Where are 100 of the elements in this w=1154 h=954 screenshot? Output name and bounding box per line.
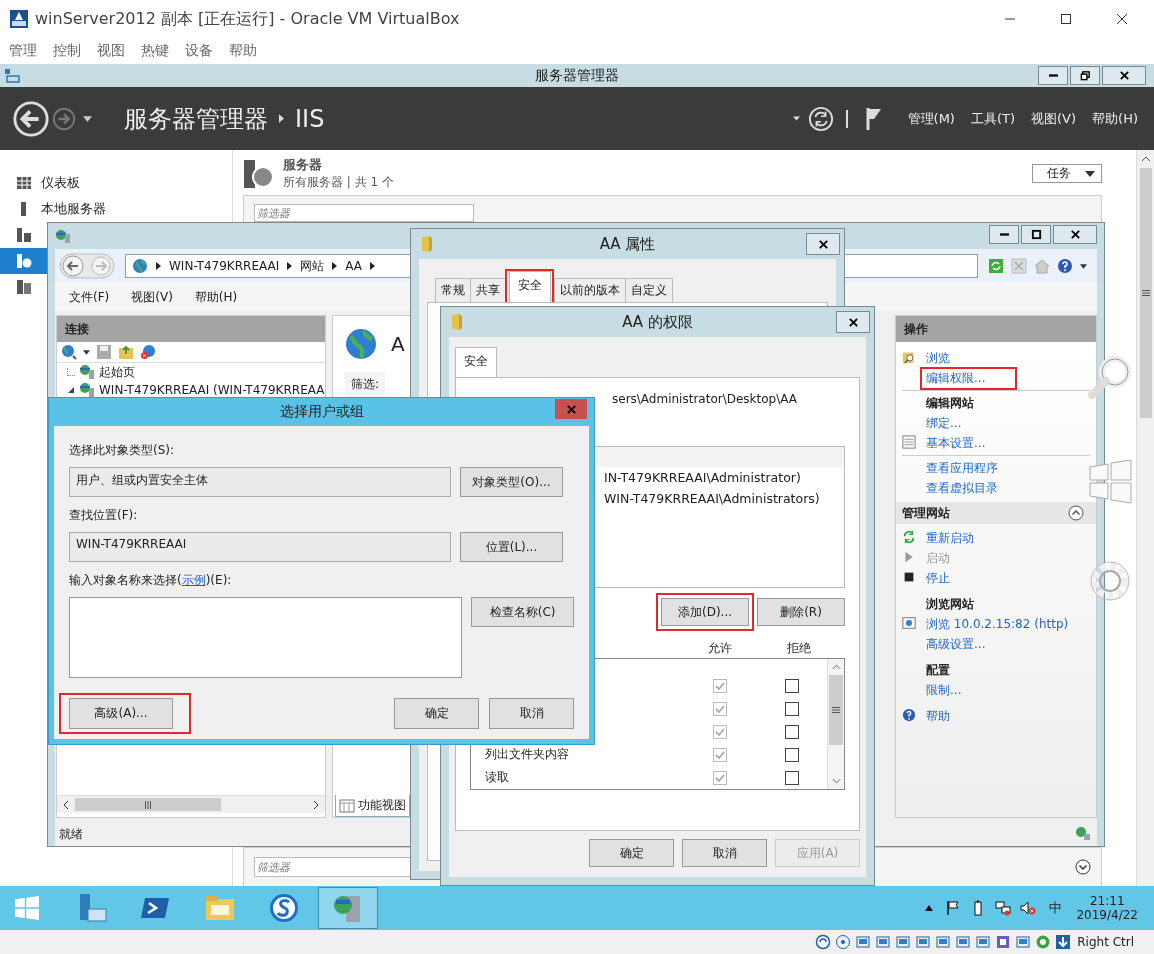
input-method-indicator[interactable]: 中 <box>1049 899 1063 917</box>
checkbox[interactable] <box>713 747 727 762</box>
maximize-button[interactable] <box>1021 224 1051 244</box>
clock-date[interactable]: 2019/4/22 <box>1076 908 1138 922</box>
scrollbar[interactable] <box>827 659 844 789</box>
close-icon[interactable] <box>1116 13 1128 25</box>
menu-item[interactable]: 视图(V) <box>1031 109 1077 128</box>
menu-item[interactable]: 管理 <box>9 42 37 60</box>
dropdown-icon[interactable] <box>1080 263 1087 269</box>
list-item[interactable]: IN-T479KRREAAI\Administrator) <box>604 470 844 491</box>
expand-icon[interactable] <box>1075 859 1091 875</box>
dropdown-icon[interactable] <box>83 115 92 122</box>
menu-item[interactable]: 文件(F) <box>69 288 110 306</box>
action-link[interactable]: 编辑权限... <box>926 369 986 387</box>
dialog-button[interactable]: 确定 <box>589 839 674 867</box>
close-button[interactable] <box>1053 224 1097 244</box>
menu-item[interactable]: 热键 <box>141 42 169 60</box>
horizontal-scrollbar[interactable] <box>57 795 325 813</box>
checkbox[interactable] <box>785 747 799 762</box>
checkbox[interactable] <box>785 678 799 693</box>
action-link[interactable]: 绑定... <box>926 414 962 432</box>
download-arrow-icon[interactable] <box>1055 934 1072 950</box>
checkbox[interactable] <box>785 701 799 716</box>
dialog-button[interactable]: 取消 <box>682 839 767 867</box>
video-capture-icon[interactable] <box>955 934 972 950</box>
restore-button[interactable] <box>1070 66 1100 85</box>
menu-item[interactable]: 设备 <box>185 42 213 60</box>
tab[interactable]: 安全 <box>455 347 497 378</box>
action-link[interactable]: 重新启动 <box>926 529 974 547</box>
mute-icon[interactable] <box>1020 900 1037 916</box>
nav-item[interactable] <box>0 248 47 274</box>
show-hidden-icons-icon[interactable] <box>925 905 934 911</box>
info-icon[interactable] <box>1035 934 1052 950</box>
breadcrumb-item[interactable]: 网站 <box>300 257 325 275</box>
collapse-icon[interactable] <box>1068 505 1084 521</box>
refresh-icon[interactable] <box>807 105 834 132</box>
help-icon[interactable] <box>1057 258 1073 274</box>
dialog-button[interactable]: 删除(R) <box>757 598 845 626</box>
tab[interactable]: 常规 <box>435 278 471 302</box>
menu-item[interactable]: 工具(T) <box>970 109 1016 128</box>
display-icon[interactable] <box>935 934 952 950</box>
tab[interactable]: 自定义 <box>625 278 673 302</box>
menu-item[interactable]: 控制 <box>53 42 81 60</box>
section-header[interactable]: 管理网站 <box>902 504 950 522</box>
view-tab[interactable]: 功能视图 <box>335 795 410 817</box>
nav-item[interactable]: 本地服务器 <box>0 196 232 222</box>
action-link[interactable]: 高级设置... <box>926 635 986 653</box>
maximize-icon[interactable] <box>1060 13 1072 25</box>
tab[interactable]: 以前的版本 <box>554 278 626 302</box>
scrollbar[interactable] <box>1136 150 1154 886</box>
flag-icon[interactable] <box>865 106 882 131</box>
action-link[interactable]: 帮助 <box>926 707 950 725</box>
back-forward-buttons[interactable] <box>59 252 115 280</box>
network-icon[interactable] <box>875 934 892 950</box>
tree-item[interactable]: 起始页 <box>99 363 135 381</box>
capture-icon[interactable] <box>975 934 992 950</box>
minimize-button[interactable] <box>1038 66 1068 85</box>
taskbar-app[interactable] <box>318 887 378 929</box>
menu-item[interactable]: 管理(M) <box>907 109 955 128</box>
flag-icon[interactable] <box>945 900 962 916</box>
expanded-icon[interactable] <box>67 386 75 394</box>
cpu-icon[interactable] <box>995 934 1012 950</box>
forward-button[interactable] <box>51 105 77 132</box>
disconnect-icon[interactable] <box>140 344 156 360</box>
action-link[interactable]: 停止 <box>926 569 950 587</box>
dialog-button[interactable]: 确定 <box>394 698 479 729</box>
action-link[interactable]: 查看虚拟目录 <box>926 479 998 497</box>
filter-field[interactable]: 筛选器 <box>254 204 474 222</box>
checkbox[interactable] <box>713 770 727 785</box>
network-icon[interactable] <box>995 900 1012 916</box>
dropdown-icon[interactable] <box>83 349 90 355</box>
shared-folder-icon[interactable] <box>915 934 932 950</box>
object-type-button[interactable]: 对象类型(O)... <box>460 467 563 497</box>
tasks-dropdown[interactable]: 任务 <box>1032 164 1102 183</box>
dialog-button[interactable]: 添加(D)... <box>661 598 749 626</box>
checkbox[interactable] <box>713 701 727 716</box>
breadcrumb-item[interactable]: WIN-T479KRREAAI <box>169 259 280 273</box>
dialog-button[interactable]: 高级(A)... <box>69 698 173 729</box>
dropdown-icon[interactable] <box>792 116 800 121</box>
action-link[interactable]: 限制... <box>926 681 962 699</box>
object-names-field[interactable] <box>69 597 463 678</box>
dialog-button[interactable]: 取消 <box>489 698 574 729</box>
close-button[interactable] <box>1102 66 1146 85</box>
hard-disk-icon[interactable] <box>815 934 832 950</box>
mouse-icon[interactable] <box>1015 934 1032 950</box>
breadcrumb-item[interactable]: AA <box>345 259 363 273</box>
nav-item[interactable]: 仪表板 <box>0 170 232 196</box>
menu-item[interactable]: 帮助(H) <box>1092 109 1138 128</box>
list-item[interactable]: WIN-T479KRREAAI\Administrators) <box>604 491 844 512</box>
action-link[interactable]: 浏览 <box>926 349 950 367</box>
checkbox[interactable] <box>713 678 727 693</box>
menu-item[interactable]: 帮助(H) <box>194 288 238 306</box>
checkbox[interactable] <box>713 724 727 739</box>
menu-item[interactable]: 视图(V) <box>131 288 173 306</box>
minimize-button[interactable] <box>989 224 1019 244</box>
menu-item[interactable]: 视图 <box>97 42 125 60</box>
menu-item[interactable]: 帮助 <box>229 42 257 60</box>
close-button[interactable] <box>806 233 840 255</box>
clock-time[interactable]: 21:11 <box>1089 894 1125 908</box>
action-link[interactable]: 查看应用程序 <box>926 459 998 477</box>
